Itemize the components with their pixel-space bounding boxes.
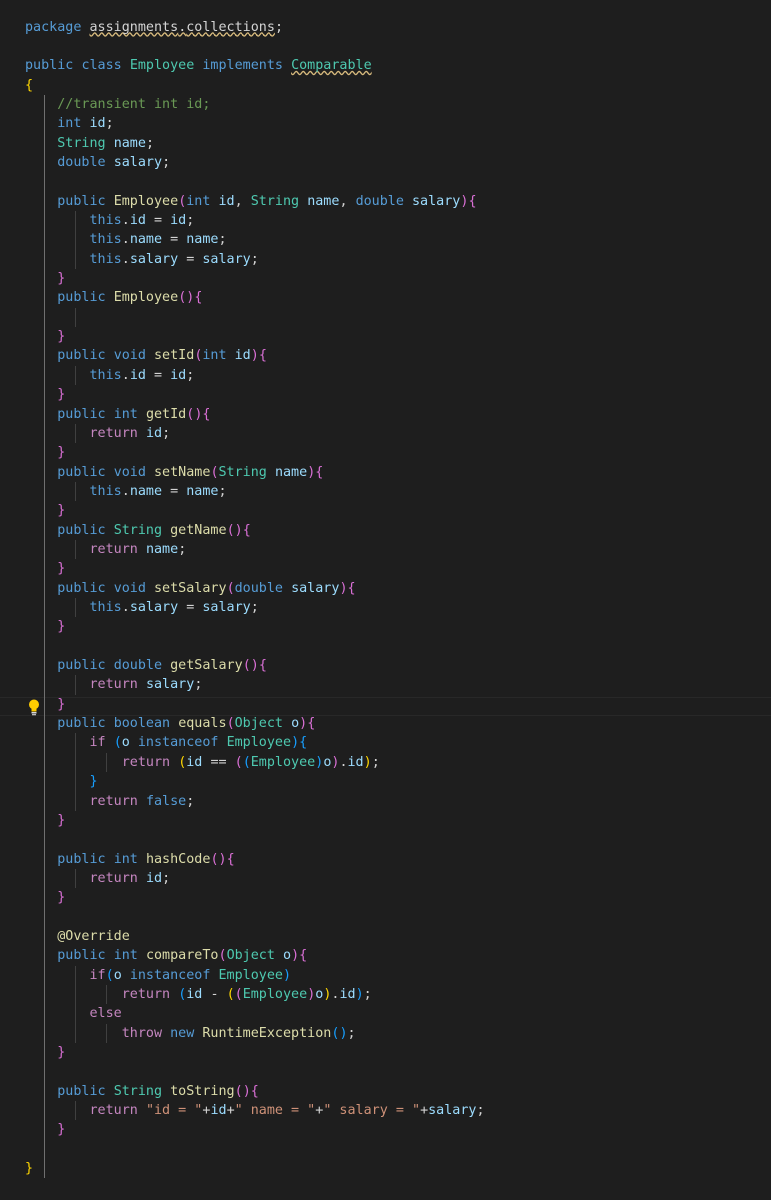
code-line: return (id - ((Employee)o).id); [121,987,372,1002]
code-line: } [57,890,66,906]
indent-guide [74,481,76,502]
code-line: } [57,271,66,287]
code-line: public String getName(){ [57,522,251,538]
code-line: } [57,619,66,635]
indent-guide [106,985,108,1005]
indent-guide [74,539,76,560]
indent-guide [74,307,76,328]
code-line: } [57,561,66,577]
warning-squiggle[interactable]: Comparable [291,58,372,73]
code-line: package assignments.collections; [25,19,283,35]
code-line: this.salary = salary; [89,251,259,267]
code-line: } [57,1045,66,1061]
indent-guide [43,94,45,1179]
code-line: this.id = id; [89,367,195,383]
code-line: this.name = name; [89,483,227,499]
code-line: if(o instanceof Employee) [89,967,292,983]
code-line: this.id = id; [89,213,195,228]
code-line: return salary; [89,677,203,693]
code-line: @Override [57,928,130,944]
code-line: else [89,1006,122,1022]
code-line: } [57,445,66,461]
code-line: int id; [57,116,114,132]
warning-squiggle[interactable]: assignments.collections [90,20,275,35]
code-line: } [57,503,66,519]
code-line: public double getSalary(){ [57,658,267,674]
code-line: public void setId(int id){ [57,348,267,364]
code-line: return id; [89,425,171,441]
code-line: } [25,1161,34,1177]
indent-guide [106,752,108,773]
code-line: } [57,1122,66,1138]
code-line: } [57,329,66,345]
indent-guide [74,423,76,444]
code-line: } [89,774,98,790]
code-line: public class Employee implements Compara… [25,58,372,74]
indent-guide [74,598,76,618]
indent-guide [74,675,76,695]
code-line: return name; [89,541,187,557]
code-line: } [57,387,66,403]
indent-guide [106,1023,108,1044]
code-line: public String toString(){ [57,1083,259,1099]
code-line: //transient int id; [57,96,211,112]
code-line: return "id = "+id+" name = "+" salary = … [89,1103,485,1119]
lightbulb-icon[interactable] [27,698,41,716]
code-line: public void setSalary(double salary){ [57,580,356,596]
code-line: public Employee(){ [57,290,203,306]
code-line: if (o instanceof Employee){ [89,735,308,751]
indent-guide [74,211,76,270]
code-line: this.name = name; [89,232,227,248]
indent-guide [74,365,76,386]
code-line: double salary; [57,154,171,170]
code-line: public int hashCode(){ [57,851,235,867]
code-line: return false; [89,793,195,809]
indent-guide [74,733,76,811]
indent-guide [74,965,76,1044]
code-line: public Employee(int id, String name, dou… [57,193,477,209]
code-line: public void setName(String name){ [57,464,324,480]
code-line: public int compareTo(Object o){ [57,948,308,964]
indent-guide [74,868,76,889]
code-line: return (id == ((Employee)o).id); [121,754,380,770]
indent-guide [74,1101,76,1121]
code-line: { [25,77,34,93]
code-line: this.salary = salary; [89,600,259,615]
code-editor[interactable]: package assignments.collections; public c… [0,0,771,1200]
code-line: } [57,812,66,828]
code-line: return id; [89,870,171,886]
code-line: public int getId(){ [57,406,211,422]
code-line: public boolean equals(Object o){ [57,716,316,732]
